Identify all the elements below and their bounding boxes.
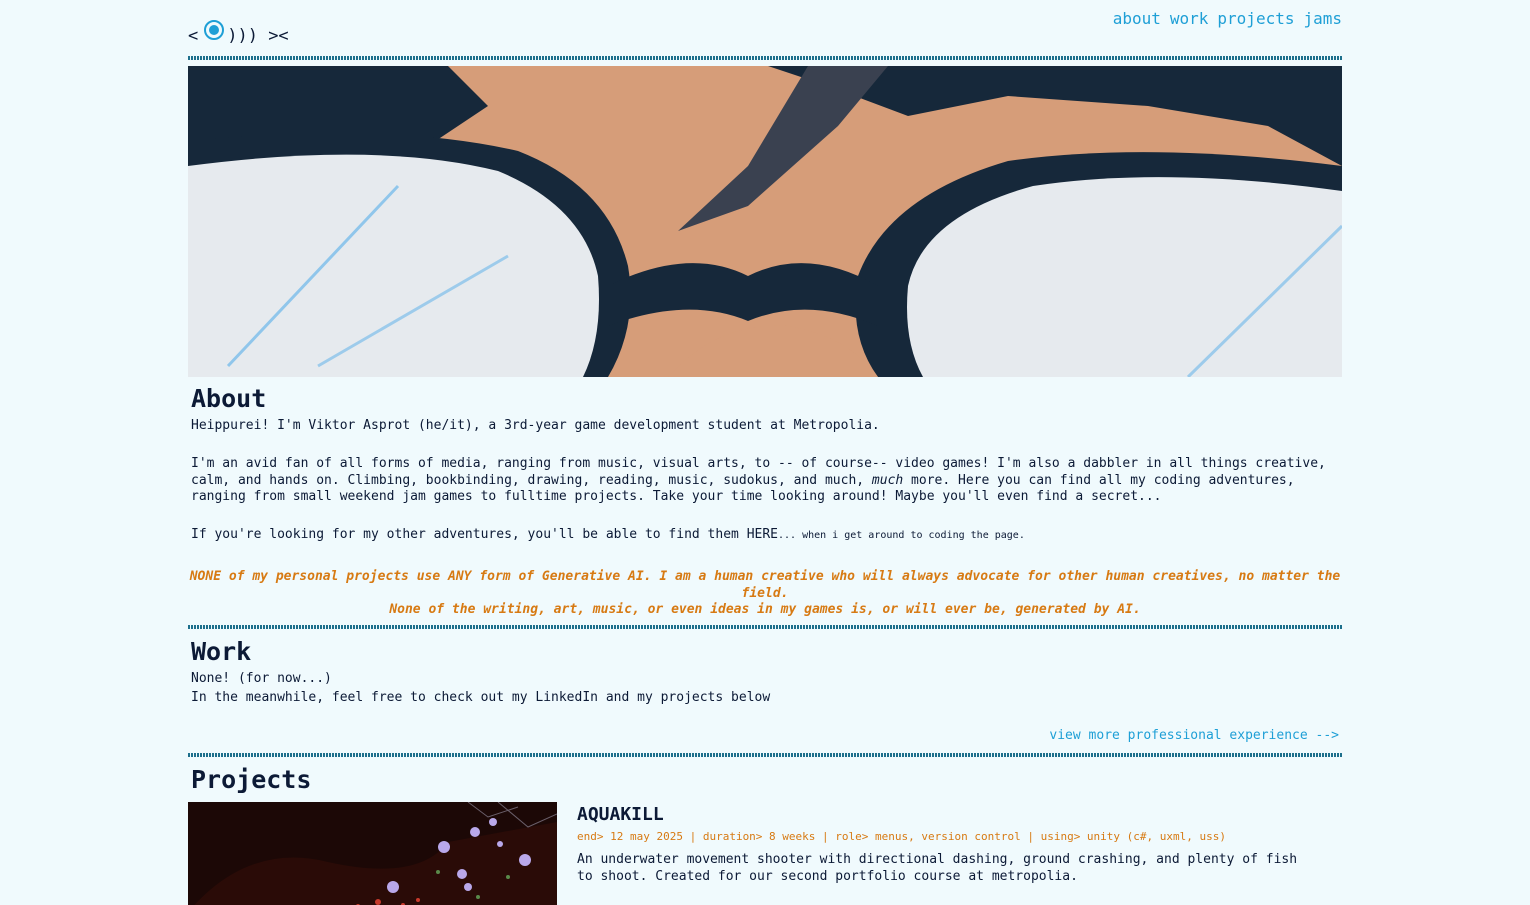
about-intro: Heippurei! I'm Viktor Asprot (he/it), a … bbox=[191, 418, 880, 433]
site-logo[interactable]: < ))) >< bbox=[188, 20, 289, 46]
project-description: An underwater movement shooter with dire… bbox=[577, 852, 1298, 884]
divider bbox=[188, 753, 1342, 757]
other-adventures-note: ... when i get around to coding the page… bbox=[778, 530, 1025, 541]
other-adventures-text: If you're looking for my other adventure… bbox=[191, 527, 778, 542]
main-nav: about work projects jams bbox=[1113, 9, 1342, 28]
no-ai-statement-1: NONE of my personal projects use ANY for… bbox=[189, 569, 1341, 601]
nav-projects[interactable]: projects bbox=[1217, 9, 1294, 28]
logo-left: < bbox=[188, 26, 199, 46]
about-paragraph: I'm an avid fan of all forms of media, r… bbox=[191, 456, 1336, 506]
work-heading: Work bbox=[191, 637, 252, 666]
nav-work[interactable]: work bbox=[1170, 9, 1209, 28]
hero-banner-image bbox=[188, 66, 1342, 377]
work-status: None! (for now...) bbox=[191, 671, 332, 686]
project-thumbnail[interactable] bbox=[188, 802, 557, 905]
aquakill-screenshot bbox=[188, 802, 557, 905]
view-more-experience-link[interactable]: view more professional experience --> bbox=[1049, 728, 1339, 743]
divider bbox=[188, 56, 1342, 60]
no-ai-statement-2: None of the writing, art, music, or even… bbox=[389, 602, 1141, 617]
eye-icon bbox=[204, 20, 225, 40]
project-title[interactable]: AQUAKILL bbox=[577, 804, 664, 825]
about-other-adventures: If you're looking for my other adventure… bbox=[191, 527, 1025, 545]
divider bbox=[188, 625, 1342, 629]
about-heading: About bbox=[191, 384, 267, 413]
project-meta: end> 12 may 2025 | duration> 8 weeks | r… bbox=[577, 830, 1227, 843]
logo-right: ))) >< bbox=[227, 26, 289, 46]
glasses-illustration bbox=[188, 66, 1342, 377]
projects-heading: Projects bbox=[191, 765, 312, 794]
about-emphasis: much bbox=[871, 472, 904, 488]
work-note: In the meanwhile, feel free to check out… bbox=[191, 690, 771, 705]
nav-about[interactable]: about bbox=[1113, 9, 1161, 28]
nav-jams[interactable]: jams bbox=[1303, 9, 1342, 28]
